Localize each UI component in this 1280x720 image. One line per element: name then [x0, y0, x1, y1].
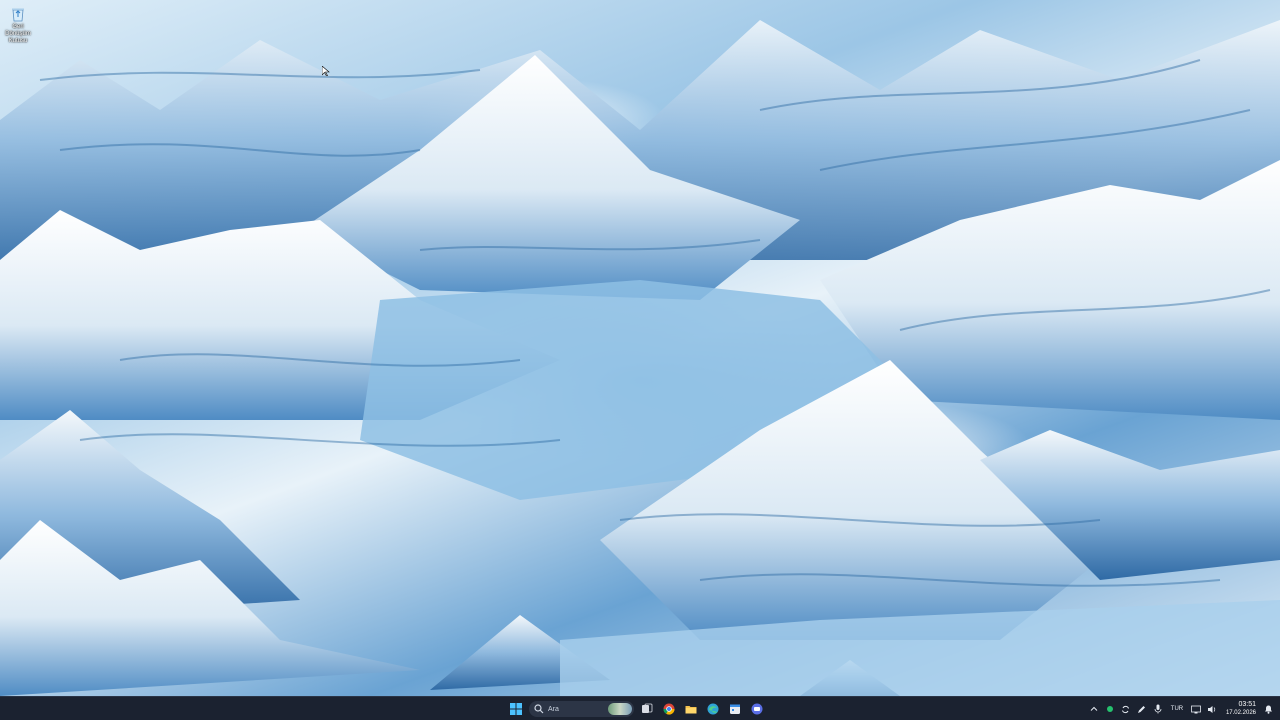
taskbar: Ara TUR 03:51 17.02.2026 — [0, 696, 1280, 720]
desktop-icon-label: Geri Dönüşüm Kutusu — [5, 24, 31, 44]
network-button[interactable] — [1189, 699, 1203, 719]
edge-icon — [707, 703, 719, 715]
notifications-button[interactable] — [1261, 699, 1275, 719]
sync-icon — [1122, 705, 1130, 713]
bell-icon — [1264, 705, 1272, 714]
desktop[interactable]: Geri Dönüşüm Kutusu Ara TUR 03:51 17.02.… — [0, 0, 1280, 720]
task-view-icon — [642, 703, 653, 713]
calendar-app-icon — [730, 704, 740, 714]
calendar-button[interactable] — [724, 699, 746, 719]
search-placeholder: Ara — [548, 705, 559, 713]
windows-start-icon — [510, 703, 522, 715]
pen-icon — [1138, 705, 1146, 713]
tray-app-green[interactable] — [1103, 699, 1117, 719]
mouse-cursor-icon — [322, 66, 330, 76]
microphone-icon — [1154, 704, 1162, 714]
system-tray: TUR 03:51 17.02.2026 — [1086, 697, 1276, 720]
show-hidden-icons-button[interactable] — [1087, 699, 1101, 719]
chevron-up-icon — [1090, 706, 1098, 711]
tray-app-sync[interactable] — [1119, 699, 1133, 719]
speaker-icon — [1207, 705, 1216, 713]
wallpaper — [0, 20, 1280, 696]
desktop-icon-recycle-bin[interactable]: Geri Dönüşüm Kutusu — [4, 6, 32, 45]
volume-button[interactable] — [1205, 699, 1219, 719]
clock-time: 03:51 — [1238, 701, 1256, 708]
clock-date: 17.02.2026 — [1225, 710, 1256, 716]
task-view-button[interactable] — [636, 699, 658, 719]
language-indicator[interactable]: TUR — [1167, 699, 1187, 719]
status-dot-icon — [1106, 706, 1113, 712]
recycle-bin-icon — [10, 6, 26, 22]
search-icon — [534, 704, 544, 714]
chat-app-button[interactable] — [746, 699, 768, 719]
taskbar-search[interactable]: Ara — [529, 701, 634, 717]
taskbar-apps: Ara — [505, 698, 768, 720]
clock[interactable]: 03:51 17.02.2026 — [1226, 701, 1256, 717]
chat-app-icon — [751, 703, 763, 715]
start-button[interactable] — [505, 699, 527, 719]
folder-icon — [685, 706, 697, 714]
network-icon — [1191, 705, 1201, 713]
search-highlight-image — [608, 703, 632, 715]
file-explorer-button[interactable] — [680, 699, 702, 719]
tray-app-pen[interactable] — [1135, 699, 1149, 719]
chrome-icon — [663, 703, 675, 715]
edge-button[interactable] — [702, 699, 724, 719]
chrome-button[interactable] — [658, 699, 680, 719]
tray-microphone[interactable] — [1151, 699, 1165, 719]
